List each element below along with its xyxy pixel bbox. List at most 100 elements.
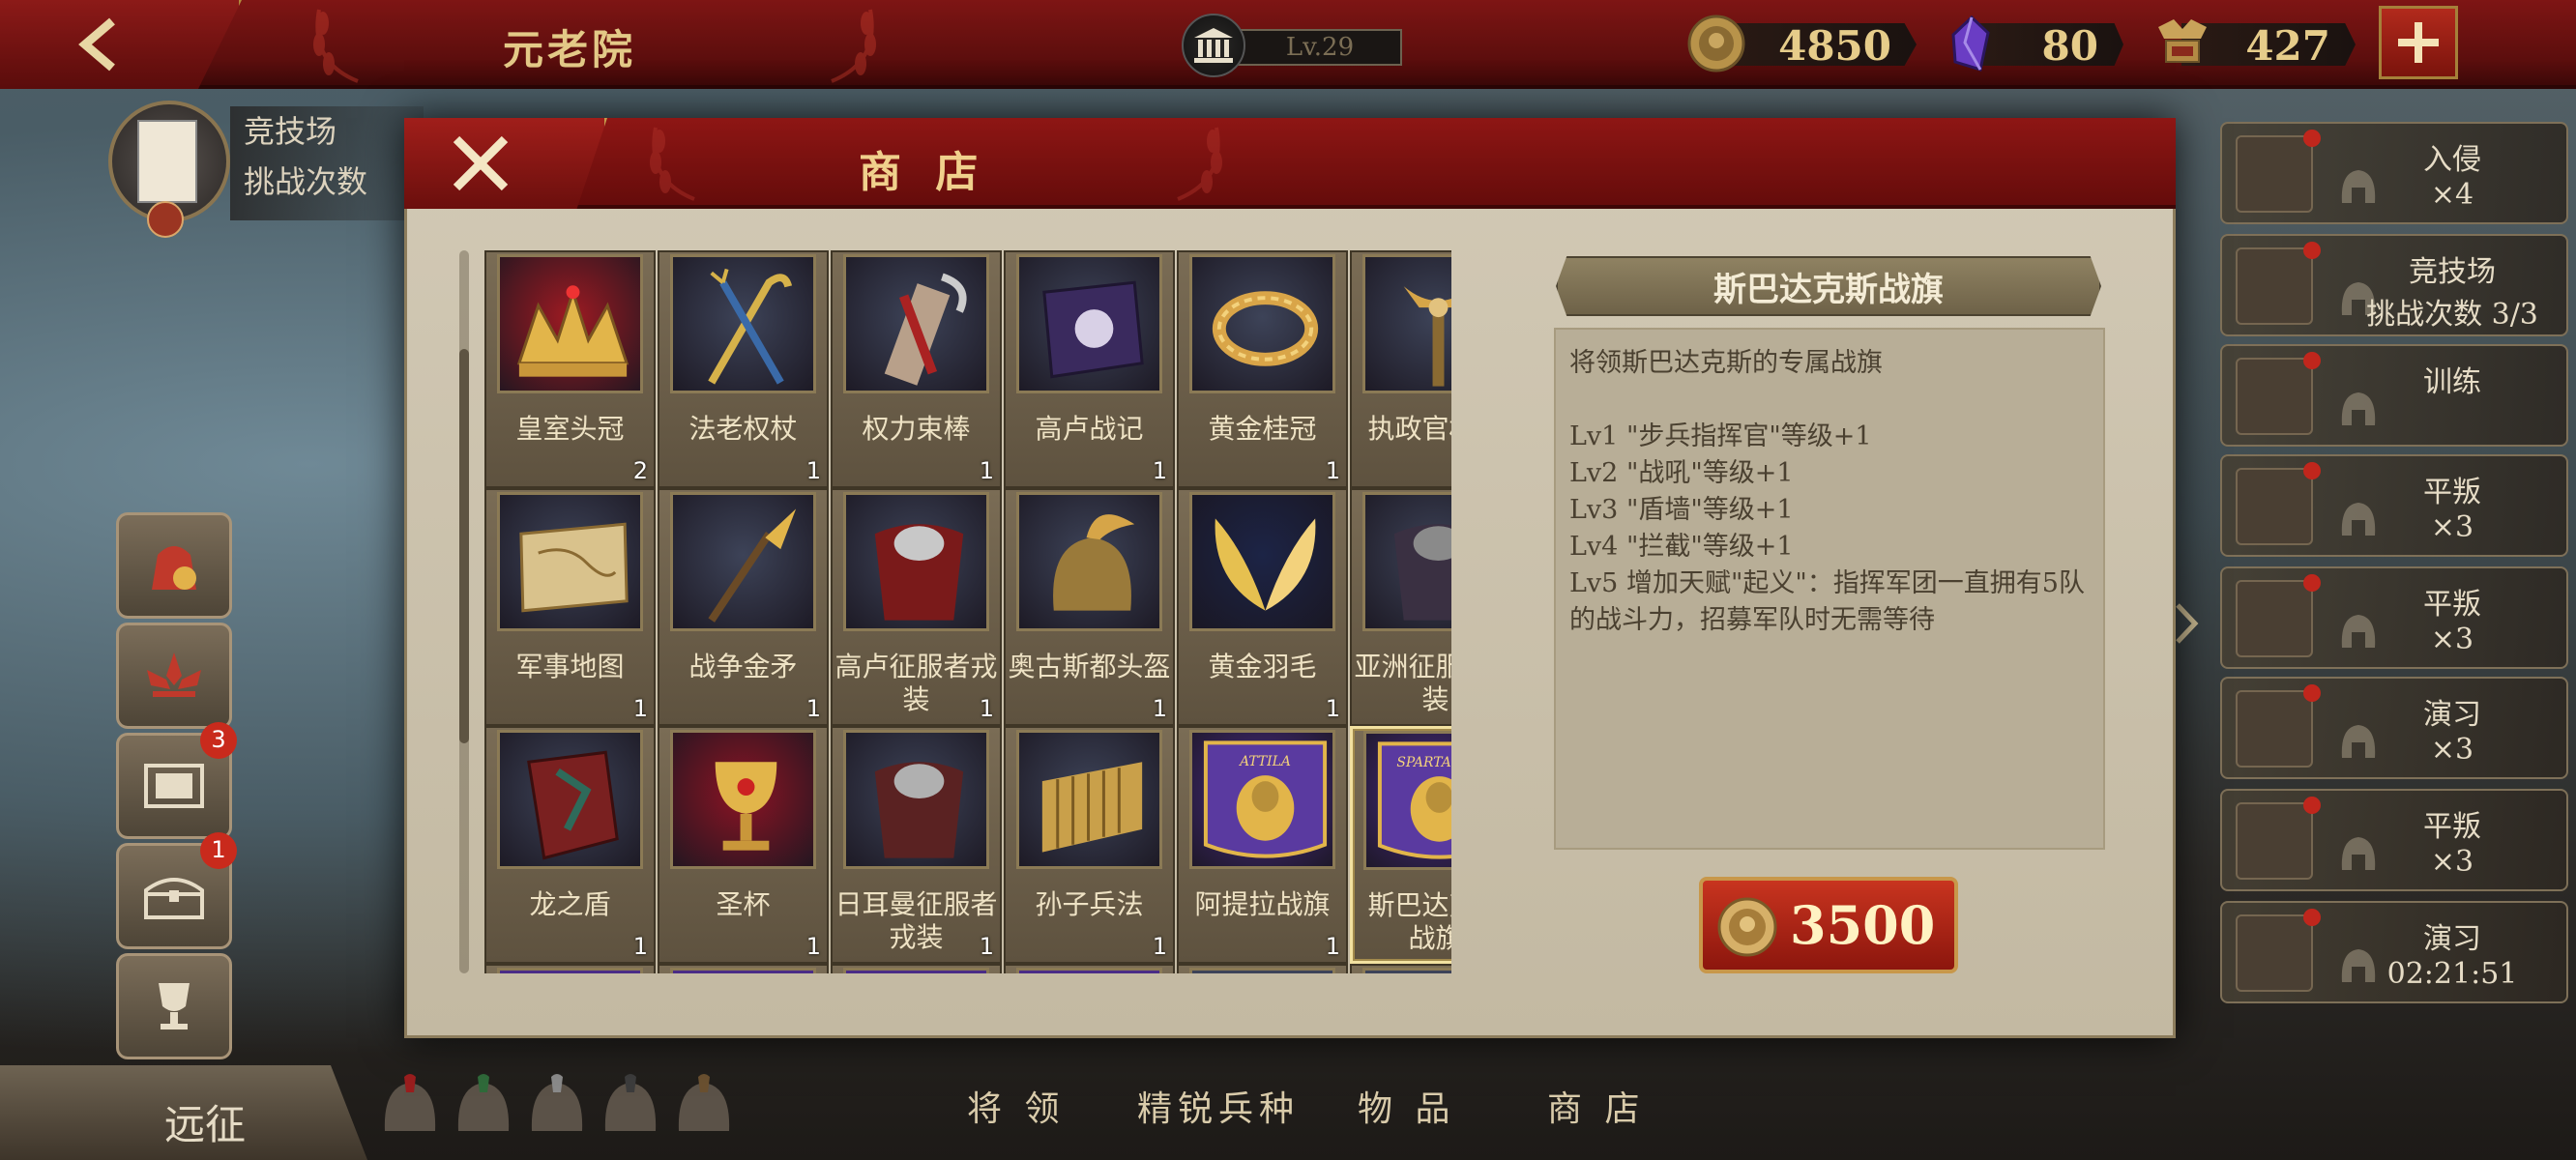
shop-item[interactable]: 1 黄金桂冠 bbox=[1177, 250, 1348, 488]
shop-item[interactable]: ATTILA 1 阿提拉战旗 bbox=[1177, 726, 1348, 964]
shop-item[interactable]: 1亚洲征服者戎装 bbox=[1350, 488, 1451, 726]
crook-flail-icon bbox=[670, 254, 816, 393]
quest-emblem-icon bbox=[2236, 358, 2313, 435]
svg-text:SPARTACUS: SPARTACUS bbox=[1396, 755, 1451, 770]
quest-item[interactable]: 入侵 ×4 bbox=[2220, 122, 2568, 224]
quest-emblem-icon bbox=[2236, 914, 2313, 992]
shop-item[interactable]: 1 孙子兵法 bbox=[1004, 726, 1175, 964]
hero-helmet-icon[interactable] bbox=[375, 1073, 445, 1150]
spqr-token-resource[interactable]: 427 bbox=[2152, 14, 2356, 73]
arena-card[interactable]: 竞技场 挑战次数 bbox=[108, 101, 427, 238]
shop-item-partial[interactable] bbox=[1004, 964, 1175, 973]
quest-item[interactable]: 演习 02:21:51 bbox=[2220, 901, 2568, 1003]
scrollbar-thumb[interactable] bbox=[459, 349, 469, 743]
tab-generals[interactable]: 将 领 bbox=[967, 1081, 1065, 1131]
item-name: 高卢征服者戎装 bbox=[834, 651, 998, 715]
alert-dot bbox=[2303, 130, 2321, 147]
expedition-button[interactable]: 远征 bbox=[0, 1065, 367, 1160]
detail-level-4: Lv4 "拦截"等级+1 bbox=[1569, 532, 1794, 562]
hero-helmet-icon[interactable] bbox=[449, 1073, 518, 1150]
shop-item-partial[interactable] bbox=[831, 964, 1002, 973]
shop-item[interactable]: 1 高卢征服者戎装 bbox=[831, 488, 1002, 726]
quest-title: 平叛 bbox=[2423, 476, 2481, 509]
quest-title: 训练 bbox=[2423, 365, 2481, 399]
price-label: 3500 bbox=[1790, 894, 1936, 956]
golden-wings-icon bbox=[1189, 492, 1335, 631]
shop-item-partial[interactable] bbox=[658, 964, 829, 973]
helmet-icon bbox=[1016, 492, 1162, 631]
tab-shop[interactable]: 商 店 bbox=[1547, 1081, 1645, 1131]
expedition-label: 远征 bbox=[164, 1101, 247, 1148]
video-button[interactable]: 3 bbox=[116, 722, 237, 839]
gem-resource[interactable]: 80 bbox=[1942, 14, 2123, 73]
item-name: 孙子兵法 bbox=[1035, 888, 1144, 920]
detail-level-2: Lv2 "战吼"等级+1 bbox=[1569, 458, 1794, 488]
quest-item[interactable]: 平叛 ×3 bbox=[2220, 789, 2568, 891]
quest-item[interactable]: 训练 bbox=[2220, 344, 2568, 447]
shop-item[interactable]: 1 战争金矛 bbox=[658, 488, 829, 726]
hero-helmet-icon[interactable] bbox=[522, 1073, 592, 1150]
fasces-icon bbox=[843, 254, 989, 393]
attila-banner-icon: ATTILA bbox=[1189, 730, 1335, 869]
shop-item[interactable]: 2 皇室头冠 bbox=[484, 250, 656, 488]
gift-bag-button[interactable] bbox=[116, 512, 232, 619]
item-thumbnail bbox=[843, 968, 989, 973]
senate-level[interactable]: Lv.29 bbox=[1182, 14, 1402, 77]
refresh-icon[interactable] bbox=[147, 201, 184, 238]
shop-item[interactable]: 1 龙之盾 bbox=[484, 726, 656, 964]
shop-item[interactable]: 1 奥古斯都头盔 bbox=[1004, 488, 1175, 726]
quest-item[interactable]: 竞技场 挑战次数 3/3 bbox=[2220, 234, 2568, 336]
chest-button[interactable]: 1 bbox=[116, 832, 237, 949]
coin-value: 4850 bbox=[1778, 22, 1891, 70]
book-icon bbox=[1016, 254, 1162, 393]
alert-dot bbox=[2303, 574, 2321, 592]
item-thumbnail bbox=[1189, 968, 1335, 973]
detail-description: 将领斯巴达克斯的专属战旗 bbox=[1569, 348, 1883, 378]
close-button[interactable] bbox=[404, 118, 607, 209]
item-name: 奥古斯都头盔 bbox=[1008, 651, 1171, 682]
shop-item[interactable]: 1 日耳曼征服者戎装 bbox=[831, 726, 1002, 964]
hero-helmet-icon[interactable] bbox=[596, 1073, 665, 1150]
shop-item[interactable]: 1 法老权杖 bbox=[658, 250, 829, 488]
quest-item[interactable]: 平叛 ×3 bbox=[2220, 454, 2568, 557]
quest-emblem-icon bbox=[2236, 135, 2313, 213]
shop-item-partial[interactable] bbox=[1350, 964, 1451, 973]
shop-item[interactable]: SPARTACUS1斯巴达克斯战旗 bbox=[1350, 726, 1451, 964]
hero-helmet-icon[interactable] bbox=[669, 1073, 739, 1150]
expand-arrow-icon[interactable] bbox=[2172, 599, 2201, 648]
trophy-icon bbox=[159, 983, 190, 1030]
quest-title: 平叛 bbox=[2423, 810, 2481, 844]
item-name: 执政官权杖 bbox=[1367, 413, 1451, 445]
lotus-button[interactable] bbox=[116, 623, 232, 729]
tab-items[interactable]: 物 品 bbox=[1358, 1081, 1455, 1131]
eagle-scepter-icon bbox=[1362, 254, 1451, 393]
svg-text:ATTILA: ATTILA bbox=[1238, 754, 1291, 769]
shop-item[interactable]: 1 高卢战记 bbox=[1004, 250, 1175, 488]
shop-item[interactable]: 1 军事地图 bbox=[484, 488, 656, 726]
quest-title: 演习 bbox=[2423, 698, 2481, 732]
spartacus-banner-icon: SPARTACUS bbox=[1363, 731, 1451, 870]
add-resource-button[interactable] bbox=[2379, 6, 2458, 79]
item-name: 亚洲征服者戎装 bbox=[1354, 651, 1451, 715]
token-value: 427 bbox=[2245, 22, 2330, 70]
shop-item-partial[interactable] bbox=[1177, 964, 1348, 973]
back-button[interactable] bbox=[0, 0, 242, 89]
item-grid: 2皇室头冠1法老权杖1权力束棒1高卢战记1黄金桂冠1执政官权杖 1军事地图1战争金… bbox=[484, 250, 1451, 973]
tab-elite-units[interactable]: 精锐兵种 bbox=[1137, 1081, 1300, 1131]
notification-badge: 1 bbox=[200, 832, 237, 869]
shop-item-partial[interactable] bbox=[484, 964, 656, 973]
shop-item[interactable]: 1 黄金羽毛 bbox=[1177, 488, 1348, 726]
shop-item[interactable]: 1执政官权杖 bbox=[1350, 250, 1451, 488]
quest-item[interactable]: 演习 ×3 bbox=[2220, 677, 2568, 779]
top-bar: 元老院 Lv.29 4850 80 427 bbox=[0, 0, 2576, 89]
trophy-button[interactable] bbox=[116, 953, 232, 1059]
treasure-chest-icon bbox=[144, 878, 204, 919]
laurel-wreath-icon bbox=[1189, 254, 1335, 393]
quest-item[interactable]: 平叛 ×3 bbox=[2220, 566, 2568, 669]
coin-resource[interactable]: 4850 bbox=[1686, 14, 1917, 73]
buy-button[interactable]: 3500 bbox=[1699, 877, 1958, 973]
shop-item[interactable]: 1 圣杯 bbox=[658, 726, 829, 964]
coin-icon bbox=[1687, 14, 1745, 72]
shop-item[interactable]: 1 权力束棒 bbox=[831, 250, 1002, 488]
lotus-crown-icon bbox=[147, 652, 201, 697]
